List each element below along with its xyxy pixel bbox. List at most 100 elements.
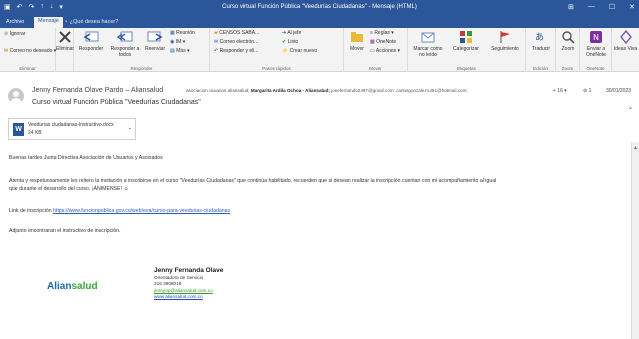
recipients-line[interactable]: asociacion usuarios aliansalud; Margarit… xyxy=(186,88,468,93)
group-label-etiquetas: Etiquetas xyxy=(457,66,476,71)
recipient-1[interactable]: asociacion usuarios aliansalud; xyxy=(186,88,250,93)
sender-name[interactable]: Jenny Fernanda Olave Pardo – Aliansalud xyxy=(32,87,163,94)
registration-link[interactable]: https://www.funcionpublica.gov.co/web/ev… xyxy=(53,208,230,214)
window-title: Curso virtual Función Pública "Veedurías… xyxy=(222,4,417,10)
body-link-line: Link de inscripción https://www.funcionp… xyxy=(9,208,230,214)
unread-icon xyxy=(421,32,435,43)
rules-icon: ≡ xyxy=(370,30,373,36)
group-label-mover: Mover xyxy=(369,66,382,71)
acciones-label: Acciones ▾ xyxy=(375,48,401,54)
more-recipients[interactable]: + 16 ▾ xyxy=(553,88,567,94)
mover-label: Mover xyxy=(350,46,364,52)
marcar-label: Marcar como no leído xyxy=(413,46,443,58)
quick-step-3-label: Responder y eli... xyxy=(219,48,259,54)
onenote-move-button[interactable]: ▩ OneNote xyxy=(370,39,396,45)
reglas-button[interactable]: ≡ Reglas ▾ xyxy=(370,30,394,36)
junk-icon: ✉ xyxy=(4,48,9,54)
reenviar-button[interactable]: Reenviar xyxy=(144,30,166,52)
onenote-icon: ▩ xyxy=(370,39,375,45)
marcar-no-leido-button[interactable]: Marcar como no leído xyxy=(410,30,446,58)
quick-step-5-label: Listo xyxy=(287,39,299,45)
quick-step-1[interactable]: ▰ CENSOS SABA... xyxy=(214,30,259,36)
title-bar: ▣ ↶ ↷ ↑ ↓ ▾ Curso virtual Función Públic… xyxy=(0,0,639,16)
logo-text-b: salud xyxy=(71,281,98,292)
recipient-2[interactable]: Margarita Ardila Ochoa - Aliansalud; xyxy=(251,88,330,93)
enviar-onenote-button[interactable]: N Enviar a OneNote xyxy=(580,30,612,58)
group-ideas: Ideas Viva xyxy=(612,28,639,72)
group-eliminar: ⊘ Ignorar ✉ Correo no deseado ▾ Eliminar xyxy=(0,28,56,72)
group-label-onenote: OneNote xyxy=(586,66,605,71)
quick-step-2[interactable]: ✉ Correo electrón... xyxy=(214,39,258,45)
reply-icon xyxy=(83,31,99,42)
attachment-dropdown-icon[interactable]: ⌄ xyxy=(128,125,132,131)
responder-button[interactable]: Responder xyxy=(76,30,106,52)
mas-button[interactable]: ▤ Más ▾ xyxy=(170,48,189,54)
seguimiento-label: Seguimiento xyxy=(491,46,519,52)
signature-name: Jenny Fernanda Olave xyxy=(154,267,224,274)
tab-mensaje[interactable]: Mensaje xyxy=(34,17,63,28)
group-label-responder: Responder xyxy=(130,66,153,71)
body-attachment-note: Adjunto encontraran el instructivo de in… xyxy=(9,228,121,234)
ignorar-button[interactable]: ⊘ Ignorar xyxy=(4,31,25,37)
onenote-send-icon: N xyxy=(590,31,602,43)
responder-label: Responder xyxy=(78,46,104,52)
minimize-icon[interactable]: — xyxy=(588,3,595,11)
im-button[interactable]: ◉ IM ▾ xyxy=(170,39,185,45)
attachment-size: 24 KB xyxy=(28,130,42,136)
vertical-scrollbar[interactable]: ▲ xyxy=(631,142,639,339)
body-greeting: Buenas tardes Junta Directiva Asociación… xyxy=(9,155,163,161)
reunion-button[interactable]: ▦ Reunión xyxy=(170,30,195,36)
zoom-label: Zoom xyxy=(561,46,575,52)
ignorar-label: Ignorar xyxy=(9,31,26,37)
expand-header-icon[interactable]: ⌄ xyxy=(628,104,633,111)
recipient-3[interactable]: josefernando2467@gmail.com; carlosgonzal… xyxy=(331,88,468,93)
group-edicion: あ Traducir Edición xyxy=(526,28,556,72)
reglas-label: Reglas ▾ xyxy=(374,30,394,36)
scroll-up-icon[interactable]: ▲ xyxy=(633,145,638,151)
ideas-label: Ideas Viva xyxy=(613,46,638,52)
group-etiquetas: Marcar como no leído Categorizar Seguimi… xyxy=(408,28,526,72)
tab-archivo[interactable]: Archivo xyxy=(2,18,28,26)
ideas-icon xyxy=(619,29,632,45)
acciones-button[interactable]: ▭ Acciones ▾ xyxy=(370,48,400,54)
group-onenote: N Enviar a OneNote OneNote xyxy=(580,28,612,72)
maximize-icon[interactable]: ☐ xyxy=(609,3,615,11)
correo-no-deseado-button[interactable]: ✉ Correo no deseado ▾ xyxy=(4,48,56,54)
sender-avatar xyxy=(8,88,24,104)
close-icon[interactable]: ✕ xyxy=(629,3,635,11)
word-document-icon: W xyxy=(13,123,24,136)
signature-email-link[interactable]: jennyop@aliansalud.com.co xyxy=(154,288,213,293)
quick-step-4[interactable]: ➔ Al jefe xyxy=(282,30,301,36)
ribbon-display-icon[interactable]: ⊞ xyxy=(568,3,574,11)
categorizar-button[interactable]: Categorizar xyxy=(448,30,484,52)
zoom-icon xyxy=(562,31,575,44)
im-icon: ◉ xyxy=(170,39,175,45)
reenviar-label: Reenviar xyxy=(144,46,165,52)
attachment-card[interactable]: W Veedurias ciudadanas-Instructivo.docx … xyxy=(8,118,136,140)
eliminar-label: Eliminar xyxy=(56,46,75,52)
svg-text:あ: あ xyxy=(535,32,544,43)
zoom-button[interactable]: Zoom xyxy=(556,30,580,52)
body-paragraph-line-2: que durante el desarrollo del curso. ¡ÁN… xyxy=(9,186,129,192)
signature-block: Jenny Fernanda Olave Orientadora de Serv… xyxy=(154,266,223,300)
quick-step-5[interactable]: ✔ Listo xyxy=(282,39,298,45)
quick-step-3[interactable]: ↶ Responder y eli... xyxy=(214,48,259,54)
more-icon: ▤ xyxy=(170,48,175,54)
traducir-button[interactable]: あ Traducir xyxy=(528,30,554,52)
message-date: 30/01/2023 xyxy=(606,88,632,94)
seguimiento-button[interactable]: Seguimiento xyxy=(486,30,524,52)
flag-icon xyxy=(500,31,510,43)
tell-me-search[interactable]: ♀ ¿Qué desea hacer? xyxy=(64,19,118,25)
forward-icon xyxy=(147,31,163,42)
quick-step-6[interactable]: ⚡ Crear nuevo xyxy=(282,48,317,54)
reunion-label: Reunión xyxy=(176,30,195,36)
ribbon: ⊘ Ignorar ✉ Correo no deseado ▾ Eliminar… xyxy=(0,28,639,72)
ideas-viva-button[interactable]: Ideas Viva xyxy=(612,29,639,52)
svg-text:N: N xyxy=(593,33,599,42)
signature-web-link[interactable]: www.aliansalud.com.co xyxy=(154,294,203,299)
body-paragraph-line-1: Atenta y respetuosamente les reitero la … xyxy=(9,178,497,184)
message-subject: Curso virtual Función Pública "Veedurías… xyxy=(32,99,201,106)
mover-button[interactable]: Mover xyxy=(346,30,368,52)
responder-todos-button[interactable]: Responder a todos xyxy=(108,30,142,58)
eliminar-button[interactable]: Eliminar xyxy=(56,30,74,52)
